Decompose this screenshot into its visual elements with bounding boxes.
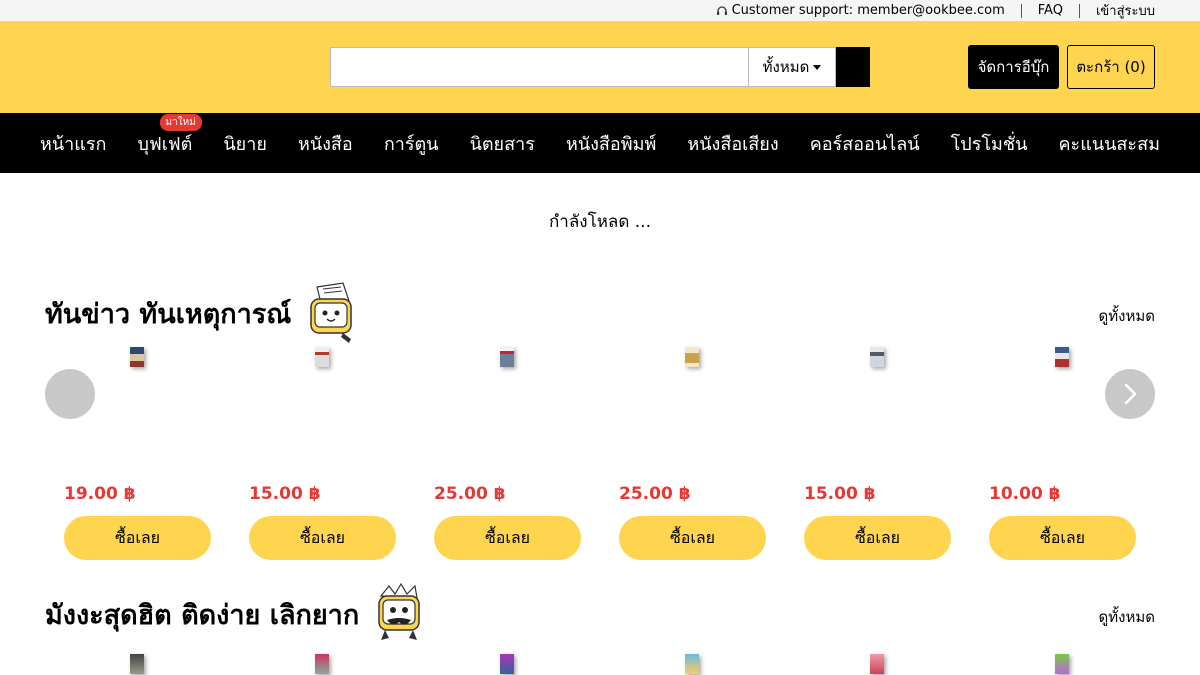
- section-header: ทันข่าว ทันเหตุการณ์ ดูทั้งหมด: [45, 281, 1155, 345]
- section-title: มังงะสุดฮิต ติดง่าย เลิกยาก: [45, 599, 360, 631]
- product-card[interactable]: 15.00 ฿ ซื้อเลย: [249, 343, 396, 560]
- product-price: 25.00 ฿: [434, 484, 506, 504]
- nav-buffet[interactable]: บุฟเฟต์ มาใหม่: [137, 113, 202, 158]
- product-price: 19.00 ฿: [64, 484, 136, 504]
- nav-points[interactable]: คะแนนสะสม: [1059, 129, 1160, 158]
- manga-mascot-icon: [378, 582, 420, 640]
- carousel-next-button[interactable]: [1105, 369, 1155, 419]
- product-cover[interactable]: [685, 654, 699, 674]
- search-icon: [846, 60, 857, 71]
- buy-button[interactable]: ซื้อเลย: [434, 516, 581, 560]
- divider: [1020, 3, 1022, 18]
- nav-buffet-label: บุฟเฟต์: [137, 133, 193, 155]
- nav-online-course[interactable]: คอร์สออนไลน์: [810, 129, 920, 158]
- view-all-link[interactable]: ดูทั้งหมด: [1099, 304, 1155, 328]
- product-card[interactable]: 15.00 ฿ ซื้อเลย: [804, 343, 951, 560]
- product-price: 15.00 ฿: [804, 484, 876, 504]
- section-title-wrap: ทันข่าว ทันเหตุการณ์: [45, 281, 363, 345]
- product-card[interactable]: [989, 650, 1136, 674]
- section-manga: มังงะสุดฮิต ติดง่าย เลิกยาก ดูทั้งหมด: [0, 582, 1200, 674]
- buy-button[interactable]: ซื้อเลย: [249, 516, 396, 560]
- nav-novel[interactable]: นิยาย: [223, 129, 267, 158]
- product-carousel: [64, 650, 1155, 674]
- product-card[interactable]: 25.00 ฿ ซื้อเลย: [619, 343, 766, 560]
- search-bar: ทั้งหมด: [330, 47, 870, 87]
- search-scope-select[interactable]: ทั้งหมด: [748, 47, 836, 87]
- nav-newspaper[interactable]: หนังสือพิมพ์: [566, 129, 656, 158]
- newspaper-mascot-icon: [310, 282, 353, 343]
- buy-button[interactable]: ซื้อเลย: [619, 516, 766, 560]
- header: ทั้งหมด จัดการอีบุ๊ก ตะกร้า (0): [0, 21, 1200, 113]
- product-price: 25.00 ฿: [619, 484, 691, 504]
- buy-button[interactable]: ซื้อเลย: [804, 516, 951, 560]
- top-bar: Customer support: member@ookbee.com FAQ …: [0, 0, 1200, 21]
- headset-icon: [716, 5, 727, 15]
- product-card[interactable]: [619, 650, 766, 674]
- divider: [1078, 3, 1080, 18]
- product-cover[interactable]: [685, 347, 699, 367]
- product-cover[interactable]: [1055, 654, 1069, 674]
- support-text[interactable]: Customer support: member@ookbee.com: [732, 3, 1005, 18]
- product-cover[interactable]: [315, 654, 329, 674]
- product-price: 10.00 ฿: [989, 484, 1061, 504]
- product-carousel: 19.00 ฿ ซื้อเลย 15.00 ฿ ซื้อเลย 25.00 ฿ …: [64, 343, 1155, 560]
- section-header: มังงะสุดฮิต ติดง่าย เลิกยาก ดูทั้งหมด: [45, 582, 1155, 646]
- nav-cartoon[interactable]: การ์ตูน: [384, 129, 439, 158]
- search-button[interactable]: [836, 47, 870, 87]
- customer-support: Customer support: member@ookbee.com: [716, 3, 1005, 18]
- search-scope-label: ทั้งหมด: [762, 58, 810, 76]
- product-card[interactable]: [804, 650, 951, 674]
- product-cover[interactable]: [870, 347, 884, 367]
- product-card[interactable]: 25.00 ฿ ซื้อเลย: [434, 343, 581, 560]
- cart-button[interactable]: ตะกร้า (0): [1067, 45, 1155, 89]
- buy-button[interactable]: ซื้อเลย: [989, 516, 1136, 560]
- product-cover[interactable]: [500, 347, 514, 367]
- loading-text: กำลังโหลด ...: [549, 212, 651, 232]
- buy-button[interactable]: ซื้อเลย: [64, 516, 211, 560]
- carousel-prev-button[interactable]: [45, 369, 95, 419]
- section-news: ทันข่าว ทันเหตุการณ์ ดูทั้งหมด 19.00 ฿ ซ…: [0, 281, 1200, 560]
- new-badge: มาใหม่: [159, 113, 202, 131]
- product-cover[interactable]: [870, 654, 884, 674]
- login-link[interactable]: เข้าสู่ระบบ: [1096, 0, 1155, 21]
- product-card[interactable]: [64, 650, 211, 674]
- product-cover[interactable]: [130, 654, 144, 674]
- view-all-link[interactable]: ดูทั้งหมด: [1099, 605, 1155, 629]
- faq-link[interactable]: FAQ: [1038, 3, 1063, 18]
- search-input[interactable]: [330, 47, 748, 87]
- caret-down-icon: [813, 64, 822, 70]
- nav-promotion[interactable]: โปรโมชั่น: [951, 129, 1028, 158]
- product-price: 15.00 ฿: [249, 484, 321, 504]
- product-cover[interactable]: [315, 347, 329, 367]
- nav-book[interactable]: หนังสือ: [298, 129, 353, 158]
- nav-home[interactable]: หน้าแรก: [40, 129, 106, 158]
- main-nav: หน้าแรก บุฟเฟต์ มาใหม่ นิยาย หนังสือ การ…: [0, 113, 1200, 173]
- nav-audiobook[interactable]: หนังสือเสียง: [687, 129, 778, 158]
- product-cover[interactable]: [130, 347, 144, 367]
- product-card[interactable]: [434, 650, 581, 674]
- section-title-wrap: มังงะสุดฮิต ติดง่าย เลิกยาก: [45, 582, 431, 646]
- product-cover[interactable]: [500, 654, 514, 674]
- chevron-right-icon: [1124, 383, 1137, 405]
- product-card[interactable]: [249, 650, 396, 674]
- product-cover[interactable]: [1055, 347, 1069, 367]
- nav-magazine[interactable]: นิตยสาร: [470, 129, 535, 158]
- section-title: ทันข่าว ทันเหตุการณ์: [45, 298, 292, 330]
- manage-ebook-button[interactable]: จัดการอีบุ๊ก: [968, 45, 1059, 89]
